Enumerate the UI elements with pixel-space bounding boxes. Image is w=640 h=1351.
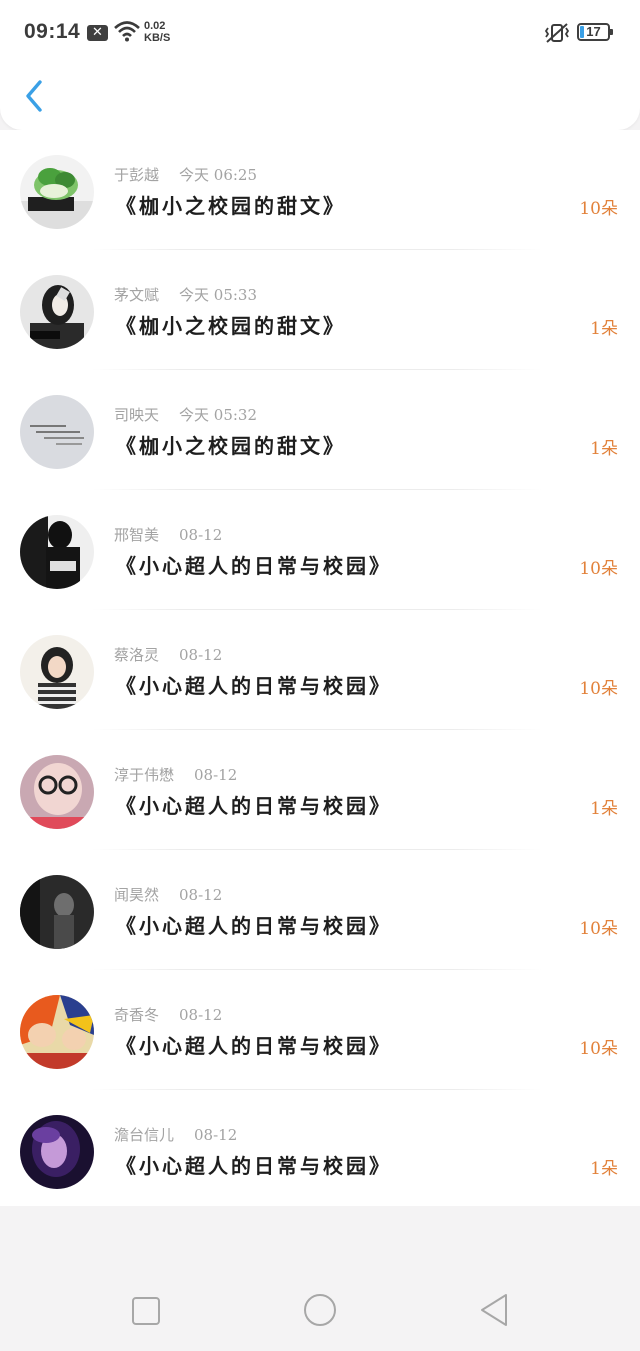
avatar-image (20, 275, 94, 349)
work-title: 《小心超人的日常与校园》 (116, 1034, 392, 1058)
back-icon[interactable] (478, 1292, 512, 1328)
work-title: 《小心超人的日常与校园》 (116, 914, 392, 938)
chevron-left-icon (26, 80, 42, 112)
network-speed-value: 0.02 (144, 20, 166, 32)
avatar (20, 515, 94, 589)
status-bar: 09:14 ✕ 0.02 KB/S 17 (0, 0, 640, 64)
avatar-image (20, 995, 94, 1069)
sender-name: 奇香冬 (114, 1006, 160, 1024)
app-header: 09:14 ✕ 0.02 KB/S 17 (0, 0, 640, 130)
sent-date: 08-12 (194, 766, 238, 784)
wifi-icon (114, 21, 140, 42)
sender-name: 司映天 (114, 406, 160, 424)
avatar-image (20, 875, 94, 949)
battery-level: 17 (586, 24, 601, 39)
sender-name: 茅文赋 (114, 286, 160, 304)
flower-count: 10朵 (579, 679, 618, 699)
list-item[interactable]: 于彭越 今天 06:25 《枷小之校园的甜文》 10朵 (0, 130, 640, 250)
sender-name: 淳于伟懋 (114, 766, 175, 784)
system-nav-bar (0, 1206, 640, 1351)
avatar-image (20, 515, 94, 589)
sent-date: 08-12 (179, 646, 223, 664)
avatar (20, 275, 94, 349)
work-title: 《枷小之校园的甜文》 (116, 314, 346, 338)
avatar-image (20, 755, 94, 829)
flower-gift-list: 于彭越 今天 06:25 《枷小之校园的甜文》 10朵 茅文赋 今天 05:33 《… (0, 130, 640, 1206)
work-title: 《小心超人的日常与校园》 (116, 794, 392, 818)
avatar-image (20, 155, 94, 229)
sender-name: 邢智美 (114, 526, 160, 544)
work-title: 《小心超人的日常与校园》 (116, 1154, 392, 1178)
flower-count: 10朵 (579, 919, 618, 939)
row-meta: 茅文赋 今天 05:33 (114, 284, 257, 305)
sender-name: 闻昊然 (114, 886, 160, 904)
row-meta: 奇香冬 08-12 (114, 1004, 222, 1025)
row-meta: 闻昊然 08-12 (114, 884, 222, 905)
row-meta: 于彭越 今天 06:25 (114, 164, 257, 185)
sent-date: 08-12 (194, 1126, 238, 1144)
work-title: 《小心超人的日常与校园》 (116, 674, 392, 698)
avatar (20, 155, 94, 229)
flower-count: 1朵 (590, 1159, 618, 1179)
avatar (20, 755, 94, 829)
recent-apps-icon[interactable] (131, 1296, 161, 1326)
flower-count: 10朵 (579, 199, 618, 219)
list-item[interactable]: 蔡洛灵 08-12 《小心超人的日常与校园》 10朵 (0, 610, 640, 730)
flower-count: 10朵 (579, 559, 618, 579)
vibrate-icon (544, 23, 570, 43)
flower-count: 1朵 (590, 439, 618, 459)
status-time: 09:14 (24, 20, 81, 43)
flower-count: 1朵 (590, 319, 618, 339)
list-item[interactable]: 闻昊然 08-12 《小心超人的日常与校园》 10朵 (0, 850, 640, 970)
list-item[interactable]: 澹台信儿 08-12 《小心超人的日常与校园》 1朵 (0, 1090, 640, 1210)
sent-date: 今天 05:32 (179, 406, 258, 424)
row-meta: 邢智美 08-12 (114, 524, 222, 545)
network-speed: 0.02 KB/S (144, 20, 170, 44)
flower-count: 10朵 (579, 1039, 618, 1059)
avatar (20, 395, 94, 469)
work-title: 《枷小之校园的甜文》 (116, 434, 346, 458)
list-item[interactable]: 邢智美 08-12 《小心超人的日常与校园》 10朵 (0, 490, 640, 610)
list-item[interactable]: 茅文赋 今天 05:33 《枷小之校园的甜文》 1朵 (0, 250, 640, 370)
sender-name: 于彭越 (114, 166, 160, 184)
avatar-image (20, 1115, 94, 1189)
battery-icon: 17 (577, 23, 613, 41)
list-item[interactable]: 司映天 今天 05:32 《枷小之校园的甜文》 1朵 (0, 370, 640, 490)
network-speed-unit: KB/S (144, 32, 171, 44)
back-button[interactable] (18, 74, 58, 118)
avatar (20, 1115, 94, 1189)
work-title: 《小心超人的日常与校园》 (116, 554, 392, 578)
sent-date: 08-12 (179, 1006, 223, 1024)
row-meta: 蔡洛灵 08-12 (114, 644, 222, 665)
flower-count: 1朵 (590, 799, 618, 819)
avatar-image (20, 635, 94, 709)
list-item[interactable]: 淳于伟懋 08-12 《小心超人的日常与校园》 1朵 (0, 730, 640, 850)
notification-x-icon: ✕ (87, 25, 108, 41)
avatar-image (20, 395, 94, 469)
avatar (20, 995, 94, 1069)
sender-name: 澹台信儿 (114, 1126, 175, 1144)
sent-date: 今天 05:33 (179, 286, 258, 304)
work-title: 《枷小之校园的甜文》 (116, 194, 346, 218)
row-meta: 淳于伟懋 08-12 (114, 764, 237, 785)
row-meta: 澹台信儿 08-12 (114, 1124, 237, 1145)
home-icon[interactable] (302, 1292, 338, 1328)
sent-date: 08-12 (179, 886, 223, 904)
sent-date: 08-12 (179, 526, 223, 544)
list-item[interactable]: 奇香冬 08-12 《小心超人的日常与校园》 10朵 (0, 970, 640, 1090)
sender-name: 蔡洛灵 (114, 646, 160, 664)
sent-date: 今天 06:25 (179, 166, 258, 184)
avatar (20, 875, 94, 949)
avatar (20, 635, 94, 709)
row-meta: 司映天 今天 05:32 (114, 404, 257, 425)
